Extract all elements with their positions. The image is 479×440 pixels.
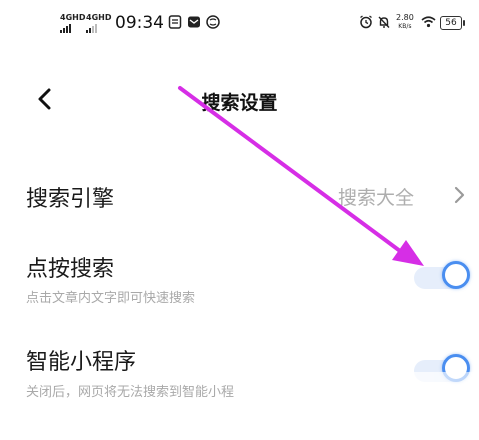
network-speed-unit: KB/s [398, 23, 412, 30]
cellular-signal-1-icon: 4GHD [60, 14, 85, 33]
tap-search-description: 点击文章内文字即可快速搜索 [26, 291, 196, 306]
mini-program-description: 关闭后，网页将无法搜索到智能小程 [26, 385, 235, 400]
wifi-icon [421, 16, 436, 28]
search-engine-label: 搜索引擎 [26, 187, 115, 212]
tap-search-label: 点按搜索 [26, 257, 115, 282]
search-engine-value: 搜索大全 [338, 187, 415, 209]
mini-program-toggle[interactable] [414, 354, 470, 384]
tap-search-toggle[interactable] [414, 261, 470, 291]
alarm-icon [360, 15, 372, 29]
mini-program-label: 智能小程序 [26, 350, 137, 375]
battery-icon: 56 [440, 16, 465, 30]
notes-icon [168, 15, 182, 29]
chevron-right-icon [454, 186, 465, 204]
mute-bell-icon [378, 16, 390, 28]
cellular-signal-2-icon: 4GHD [86, 14, 111, 33]
status-bar: 4GHD 4GHD 09:34 2.80 KB/s 56 [0, 0, 479, 44]
page-header: 搜索设置 [0, 76, 479, 122]
page-title: 搜索设置 [201, 92, 278, 114]
app-notification-icon [206, 15, 220, 29]
mini-program-toggle-knob [442, 354, 470, 382]
network-speed: 2.80 KB/s [396, 13, 414, 31]
mail-icon [188, 16, 200, 28]
tap-search-toggle-knob [442, 261, 470, 289]
battery-level: 56 [445, 18, 457, 28]
network-speed-value: 2.80 [396, 13, 414, 22]
network-type-2: 4GHD [86, 13, 112, 22]
network-type-1: 4GHD [60, 13, 86, 22]
status-time: 09:34 [115, 13, 164, 33]
